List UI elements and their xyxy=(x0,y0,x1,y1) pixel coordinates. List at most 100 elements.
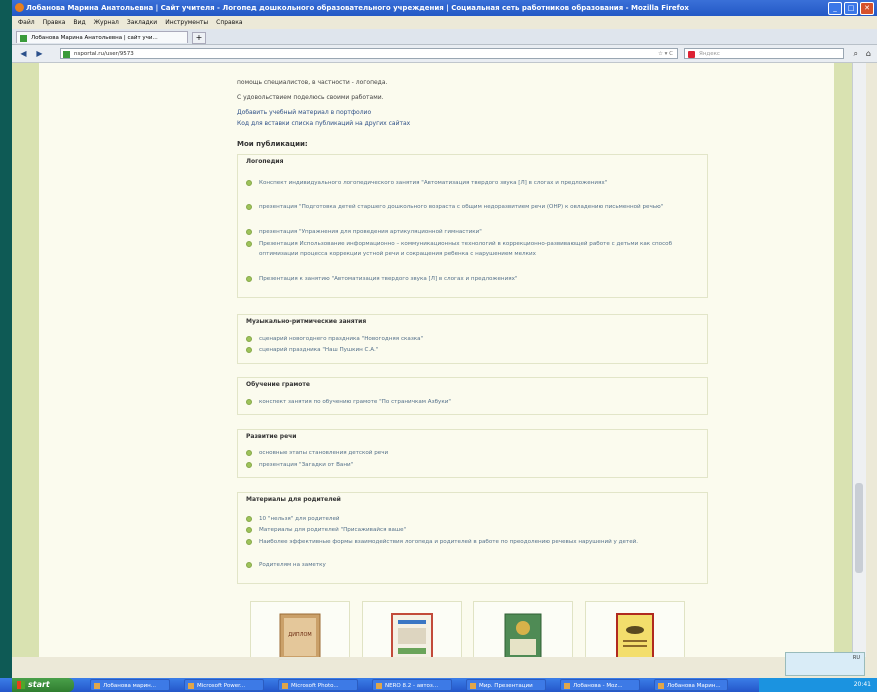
certificate-label: ДИПЛОМ xyxy=(288,632,311,638)
back-icon[interactable]: ◀ xyxy=(18,48,29,59)
menu-bookmarks[interactable]: Закладки xyxy=(127,16,157,29)
navigation-bar: ◀ ▶ nsportal.ru/user/9573 ☆ ▾ C Яндекс ⌕… xyxy=(12,45,877,63)
list-item[interactable]: Презентация к занятию "Автоматизация тве… xyxy=(246,274,701,284)
list-item[interactable]: Родителям на заметку xyxy=(246,560,701,570)
menu-help[interactable]: Справка xyxy=(216,16,242,29)
list-item[interactable]: конспект занятия по обучению грамоте "По… xyxy=(246,397,701,407)
scrollbar-thumb[interactable] xyxy=(855,483,863,573)
taskbar-item[interactable]: Мир. Презентации xyxy=(466,679,546,691)
list-item[interactable]: 10 "нельзя" для родителей xyxy=(246,514,701,524)
embed-code-link[interactable]: Код для вставки списка публикаций на дру… xyxy=(237,120,410,127)
windows-logo-icon xyxy=(17,681,25,689)
app-icon xyxy=(188,683,194,689)
window-title: Лобанова Марина Анатольевна | Сайт учите… xyxy=(26,4,689,12)
intro-text: С удовольствием поделюсь своими работами… xyxy=(237,94,384,101)
list-item[interactable]: презентация "Упражнения для проведения а… xyxy=(246,227,701,237)
forward-icon[interactable]: ▶ xyxy=(34,48,45,59)
list-item[interactable]: Презентация Использование информационно … xyxy=(246,239,701,259)
bullet-icon xyxy=(246,539,252,545)
section-title: Музыкально-ритмические занятия xyxy=(246,318,367,325)
list-item[interactable]: основные этапы становления детской речи xyxy=(246,448,701,458)
bullet-icon xyxy=(246,204,252,210)
app-icon xyxy=(658,683,664,689)
window-controls: _ □ ✕ xyxy=(828,2,874,15)
publications-title: Мои публикации: xyxy=(237,140,308,148)
section-literacy: Обучение грамоте конспект занятия по обу… xyxy=(237,377,708,415)
taskbar-item[interactable]: NERO 8.2 - автоз... xyxy=(372,679,452,691)
menu-view[interactable]: Вид xyxy=(73,16,85,29)
menu-edit[interactable]: Правка xyxy=(43,16,66,29)
search-input[interactable]: Яндекс xyxy=(684,48,844,59)
list-item[interactable]: Наиболее эффективные формы взаимодействи… xyxy=(246,537,701,547)
bullet-icon xyxy=(246,462,252,468)
page-content: помощь специалистов, в частности - логоп… xyxy=(39,63,834,657)
reload-icon[interactable]: ☆ ▾ C xyxy=(658,49,673,60)
taskbar-item[interactable]: Лобанова - Moz... xyxy=(560,679,640,691)
taskbar: start Лобанова марин... Microsoft Power.… xyxy=(0,678,877,692)
bullet-icon xyxy=(246,241,252,247)
list-item[interactable]: сценарий праздника "Наш Пушкин С.А." xyxy=(246,345,701,355)
close-icon[interactable]: ✕ xyxy=(860,2,874,15)
section-parents: Материалы для родителей 10 "нельзя" для … xyxy=(237,492,708,584)
certificate-thumbnail[interactable] xyxy=(362,601,462,657)
diploma-icon xyxy=(504,613,542,657)
section-speech: Развитие речи основные этапы становления… xyxy=(237,429,708,478)
toolbar-right: ⌕ ⌂ xyxy=(853,48,871,59)
certificate-thumbnail[interactable]: ДИПЛОМ xyxy=(250,601,350,657)
bullet-icon xyxy=(246,516,252,522)
bullet-icon xyxy=(246,347,252,353)
intro-text: помощь специалистов, в частности - логоп… xyxy=(237,79,388,86)
section-logopedia: Логопедия Конспект индивидуального логоп… xyxy=(237,154,708,298)
section-music: Музыкально-ритмические занятия сценарий … xyxy=(237,314,708,364)
taskbar-item[interactable]: Лобанова Марин... xyxy=(654,679,728,691)
tab-bar: Лобанова Марина Анатольевна | сайт учи..… xyxy=(12,29,877,45)
section-title: Развитие речи xyxy=(246,433,297,440)
app-icon xyxy=(470,683,476,689)
list-item[interactable]: сценарий новогоднего праздника "Новогодн… xyxy=(246,334,701,344)
yandex-icon xyxy=(688,51,695,58)
diploma-icon: ДИПЛОМ xyxy=(279,613,321,657)
url-text: nsportal.ru/user/9573 xyxy=(74,51,134,57)
bullet-icon xyxy=(246,562,252,568)
list-item[interactable]: презентация "Загадки от Вани" xyxy=(246,460,701,470)
start-button[interactable]: start xyxy=(12,678,74,692)
site-identity-icon xyxy=(63,51,70,58)
title-bar[interactable]: Лобанова Марина Анатольевна | Сайт учите… xyxy=(12,0,877,16)
app-icon xyxy=(564,683,570,689)
firefox-icon xyxy=(15,3,24,12)
system-tray: 20:41 xyxy=(759,678,877,692)
diploma-icon xyxy=(616,613,654,657)
certificate-thumbnail[interactable] xyxy=(473,601,573,657)
bullet-icon xyxy=(246,336,252,342)
menu-history[interactable]: Журнал xyxy=(94,16,119,29)
taskbar-item[interactable]: Microsoft Power... xyxy=(184,679,264,691)
address-bar[interactable]: nsportal.ru/user/9573 ☆ ▾ C xyxy=(60,48,678,59)
new-tab-button[interactable]: + xyxy=(192,32,206,44)
home-icon[interactable]: ⌂ xyxy=(866,48,871,59)
page-viewport: помощь специалистов, в частности - логоп… xyxy=(12,63,864,657)
menu-file[interactable]: Файл xyxy=(18,16,35,29)
list-item[interactable]: Материалы для родителей "Присаживайся ва… xyxy=(246,525,701,535)
maximize-icon[interactable]: □ xyxy=(844,2,858,15)
section-title: Обучение грамоте xyxy=(246,381,310,388)
menu-bar: Файл Правка Вид Журнал Закладки Инструме… xyxy=(12,16,877,29)
magnifier-icon[interactable]: ⌕ xyxy=(853,48,857,59)
bullet-icon xyxy=(246,180,252,186)
list-item[interactable]: презентация "Подготовка детей старшего д… xyxy=(246,202,701,212)
language-indicator[interactable]: RU xyxy=(785,652,865,676)
section-title: Логопедия xyxy=(246,158,284,165)
bullet-icon xyxy=(246,229,252,235)
taskbar-item[interactable]: Microsoft Photo... xyxy=(278,679,358,691)
menu-tools[interactable]: Инструменты xyxy=(165,16,208,29)
diploma-icon xyxy=(391,613,433,657)
list-item[interactable]: Конспект индивидуального логопедического… xyxy=(246,178,701,188)
vertical-scrollbar[interactable] xyxy=(852,63,866,657)
minimize-icon[interactable]: _ xyxy=(828,2,842,15)
taskbar-item[interactable]: Лобанова марин... xyxy=(90,679,170,691)
tab-active[interactable]: Лобанова Марина Анатольевна | сайт учи..… xyxy=(16,31,188,43)
certificate-thumbnail[interactable] xyxy=(585,601,685,657)
bullet-icon xyxy=(246,450,252,456)
search-placeholder: Яндекс xyxy=(699,51,720,57)
add-material-link[interactable]: Добавить учебный материал в портфолио xyxy=(237,109,371,116)
bullet-icon xyxy=(246,276,252,282)
